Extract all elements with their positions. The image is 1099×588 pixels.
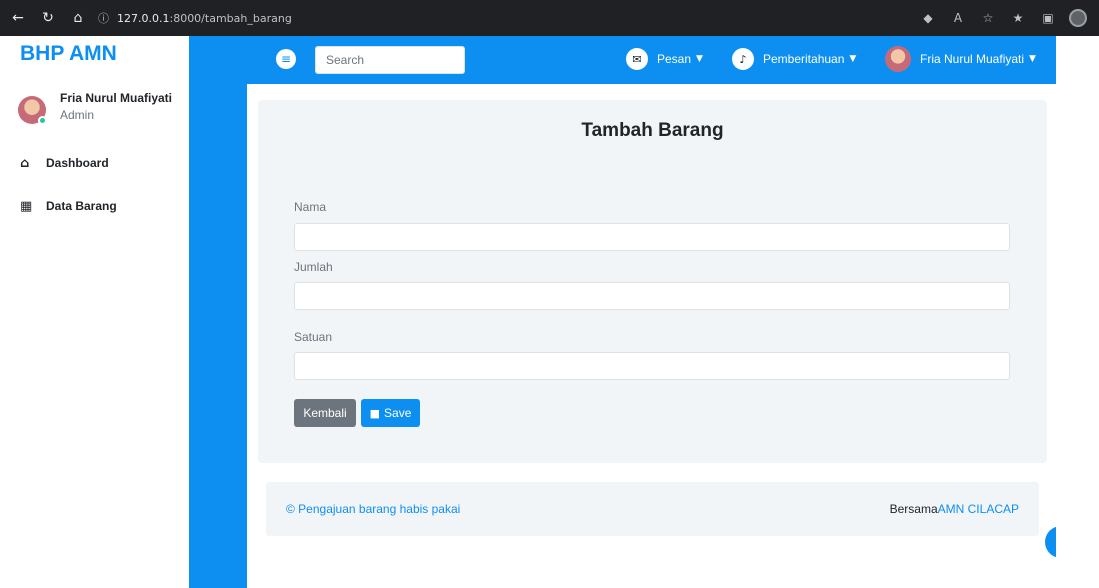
satuan-field[interactable] bbox=[294, 352, 1010, 380]
sidebar-item-dashboard[interactable]: ⌂ Dashboard bbox=[20, 152, 180, 174]
url-host: 127.0.0.1 bbox=[117, 11, 170, 25]
bell-icon: ♪ bbox=[732, 48, 754, 70]
sidebar-item-label: Dashboard bbox=[46, 156, 109, 170]
page-title: Tambah Barang bbox=[581, 120, 724, 141]
back-button[interactable]: Kembali bbox=[294, 399, 356, 427]
notifications-dropdown[interactable]: ♪ Pemberitahuan ▼ bbox=[732, 48, 856, 70]
grid-icon: ▦ bbox=[20, 198, 33, 214]
chevron-down-icon: ▼ bbox=[696, 54, 703, 64]
profile-role: Admin bbox=[60, 108, 95, 122]
nama-field[interactable] bbox=[294, 223, 1010, 251]
sidebar-rail bbox=[189, 36, 247, 588]
url-path: :8000/tambah_barang bbox=[169, 11, 292, 25]
avatar bbox=[885, 46, 911, 72]
collections-icon[interactable]: ▣ bbox=[1039, 9, 1057, 27]
search-input[interactable] bbox=[315, 46, 465, 74]
reload-icon[interactable]: ↻ bbox=[36, 6, 60, 30]
envelope-icon: ✉ bbox=[626, 48, 648, 70]
back-icon[interactable]: ← bbox=[6, 6, 30, 30]
floppy-disk-icon: ■ bbox=[369, 406, 381, 420]
sidebar-profile: Fria Nurul Muafiyati Admin bbox=[18, 86, 188, 126]
home-icon[interactable]: ⌂ bbox=[66, 6, 90, 30]
chevron-down-icon: ▼ bbox=[1029, 54, 1036, 64]
chevron-down-icon: ▼ bbox=[849, 54, 857, 64]
footer: © Pengajuan barang habis pakai BersamaAM… bbox=[266, 482, 1039, 536]
profile-name: Fria Nurul Muafiyati bbox=[60, 91, 173, 105]
sidebar-item-data-barang[interactable]: ▦ Data Barang bbox=[20, 195, 180, 217]
top-navbar: ≡ ✉ Pesan ▼ ♪ Pemberitahuan ▼ Fria Nurul… bbox=[247, 36, 1056, 84]
footer-credit-prefix: Bersama bbox=[889, 502, 938, 516]
sidebar-item-label: Data Barang bbox=[46, 199, 117, 213]
jumlah-field[interactable] bbox=[294, 282, 1010, 310]
browser-profile-icon[interactable] bbox=[1069, 9, 1087, 27]
read-aloud-icon[interactable]: A bbox=[949, 9, 967, 27]
menu-toggle-icon[interactable]: ≡ bbox=[276, 49, 296, 69]
page-scrollbar[interactable] bbox=[1056, 36, 1099, 588]
footer-credit-link[interactable]: AMN CILACAP bbox=[938, 502, 1019, 516]
footer-copyright-link[interactable]: © Pengajuan barang habis pakai bbox=[286, 502, 460, 516]
online-status-icon bbox=[38, 116, 47, 125]
home-icon: ⌂ bbox=[20, 155, 30, 171]
address-bar[interactable]: ⓘ 127.0.0.1:8000/tambah_barang bbox=[98, 7, 292, 29]
sidebar: BHP AMN Fria Nurul Muafiyati Admin ⌂ Das… bbox=[8, 36, 189, 231]
brand-title[interactable]: BHP AMN bbox=[20, 42, 117, 70]
favorites-icon[interactable]: ★ bbox=[1009, 9, 1027, 27]
satuan-label: Satuan bbox=[294, 330, 333, 344]
browser-toolbar: ← ↻ ⌂ ⓘ 127.0.0.1:8000/tambah_barang ◆ A… bbox=[0, 0, 1099, 36]
jumlah-label: Jumlah bbox=[294, 260, 333, 274]
footer-credit: BersamaAMN CILACAP bbox=[890, 502, 1019, 516]
info-icon[interactable]: ⓘ bbox=[98, 10, 109, 26]
nama-label: Nama bbox=[294, 200, 327, 214]
notifications-label: Pemberitahuan bbox=[763, 52, 845, 66]
messages-label: Pesan bbox=[657, 52, 692, 66]
bookmark-icon[interactable]: ☆ bbox=[979, 9, 997, 27]
extension-icon[interactable]: ◆ bbox=[919, 9, 937, 27]
app-page: BHP AMN Fria Nurul Muafiyati Admin ⌂ Das… bbox=[8, 36, 1077, 588]
form-card: Tambah Barang Nama Jumlah Satuan Kembali… bbox=[258, 100, 1047, 463]
messages-dropdown[interactable]: ✉ Pesan ▼ bbox=[626, 48, 703, 70]
user-dropdown[interactable]: Fria Nurul Muafiyati ▼ bbox=[885, 46, 1036, 72]
save-label: Save bbox=[384, 406, 412, 420]
user-label: Fria Nurul Muafiyati bbox=[920, 52, 1025, 66]
save-button[interactable]: ■ Save bbox=[361, 399, 420, 427]
